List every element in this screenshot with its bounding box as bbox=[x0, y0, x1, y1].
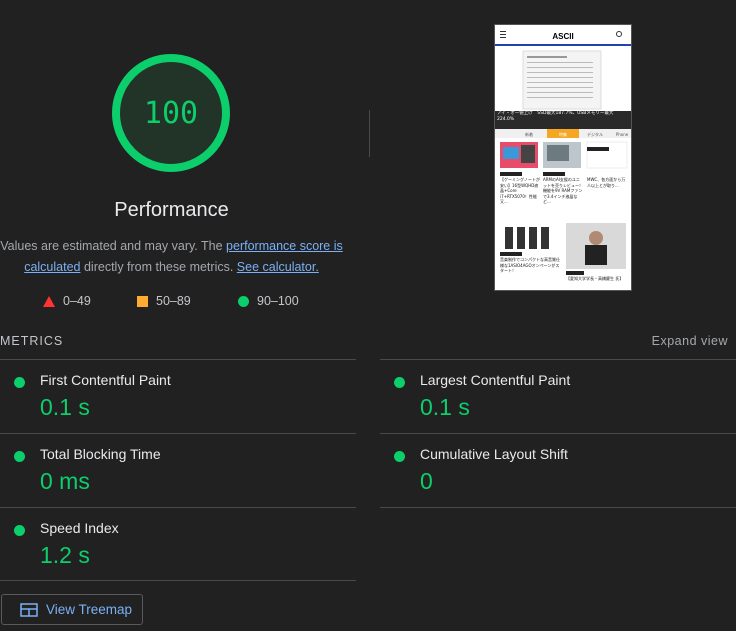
thumb-card-3: MWC、各方面から万人以上とが取り... bbox=[587, 177, 626, 188]
metrics-divider bbox=[0, 433, 356, 434]
thumb-tab-phone: Phone bbox=[616, 132, 629, 137]
thumb-tab-feature: 特集 bbox=[559, 131, 567, 137]
pass-circle-icon bbox=[14, 377, 25, 388]
see-calculator-link[interactable]: See calculator. bbox=[237, 260, 319, 274]
vertical-divider bbox=[369, 110, 370, 157]
metrics-heading: METRICS bbox=[0, 334, 64, 348]
pass-circle-icon bbox=[394, 377, 405, 388]
thumbnail-graphic: ASCII アイ・オー値上げ SSD最大187.7%、USBメモリー最大224.… bbox=[495, 25, 631, 290]
thumb-card-4: 音楽制作でコンパクトな高音質仕様な1ASIO4AGOオンペーンがスタート！ bbox=[500, 257, 560, 273]
performance-score: 100 bbox=[143, 95, 199, 131]
thumb-tab-new: 新着 bbox=[525, 131, 533, 137]
legend-pass: 90–100 bbox=[238, 294, 299, 308]
view-treemap-button[interactable]: View Treemap bbox=[1, 594, 143, 625]
metrics-divider bbox=[380, 507, 736, 508]
metrics-divider bbox=[0, 359, 356, 360]
metrics-divider bbox=[380, 433, 736, 434]
thumb-brand: ASCII bbox=[552, 32, 573, 41]
thumb-card-1: 【ゲーミングノートが安い】16型WQHD液晶+Core i7+RTX5070！性… bbox=[500, 177, 540, 204]
legend-average: 50–89 bbox=[137, 294, 191, 308]
final-screenshot-thumbnail[interactable]: ASCII アイ・オー値上げ SSD最大187.7%、USBメモリー最大224.… bbox=[494, 24, 632, 291]
legend-fail: 0–49 bbox=[43, 294, 91, 308]
green-circle-icon bbox=[238, 295, 249, 307]
pass-circle-icon bbox=[14, 451, 25, 462]
expand-view-toggle[interactable]: Expand view bbox=[652, 334, 728, 348]
thumb-card-2: ARMのAI支援のユニットを売りレビュー！ 機能を9V RAMファンで3.4イン… bbox=[543, 177, 583, 204]
performance-title: Performance bbox=[114, 199, 229, 221]
treemap-icon bbox=[20, 602, 38, 617]
pass-circle-icon bbox=[14, 525, 25, 536]
metrics-divider bbox=[0, 580, 356, 581]
thumb-card-5: 【愛知大学学長・高橋慶生 氏】 bbox=[566, 276, 624, 281]
orange-square-icon bbox=[137, 295, 148, 307]
score-note: Values are estimated and may vary. The p… bbox=[0, 239, 343, 274]
thumb-banner: アイ・オー値上げ SSD最大187.7%、USBメモリー最大224.0% bbox=[497, 111, 614, 122]
pass-circle-icon bbox=[394, 451, 405, 462]
score-legend: 0–49 50–89 90–100 bbox=[0, 294, 343, 312]
red-triangle-icon bbox=[43, 295, 55, 307]
metrics-divider bbox=[0, 507, 356, 508]
thumb-tab-digital: デジタル bbox=[587, 131, 603, 137]
metrics-divider bbox=[380, 359, 736, 360]
